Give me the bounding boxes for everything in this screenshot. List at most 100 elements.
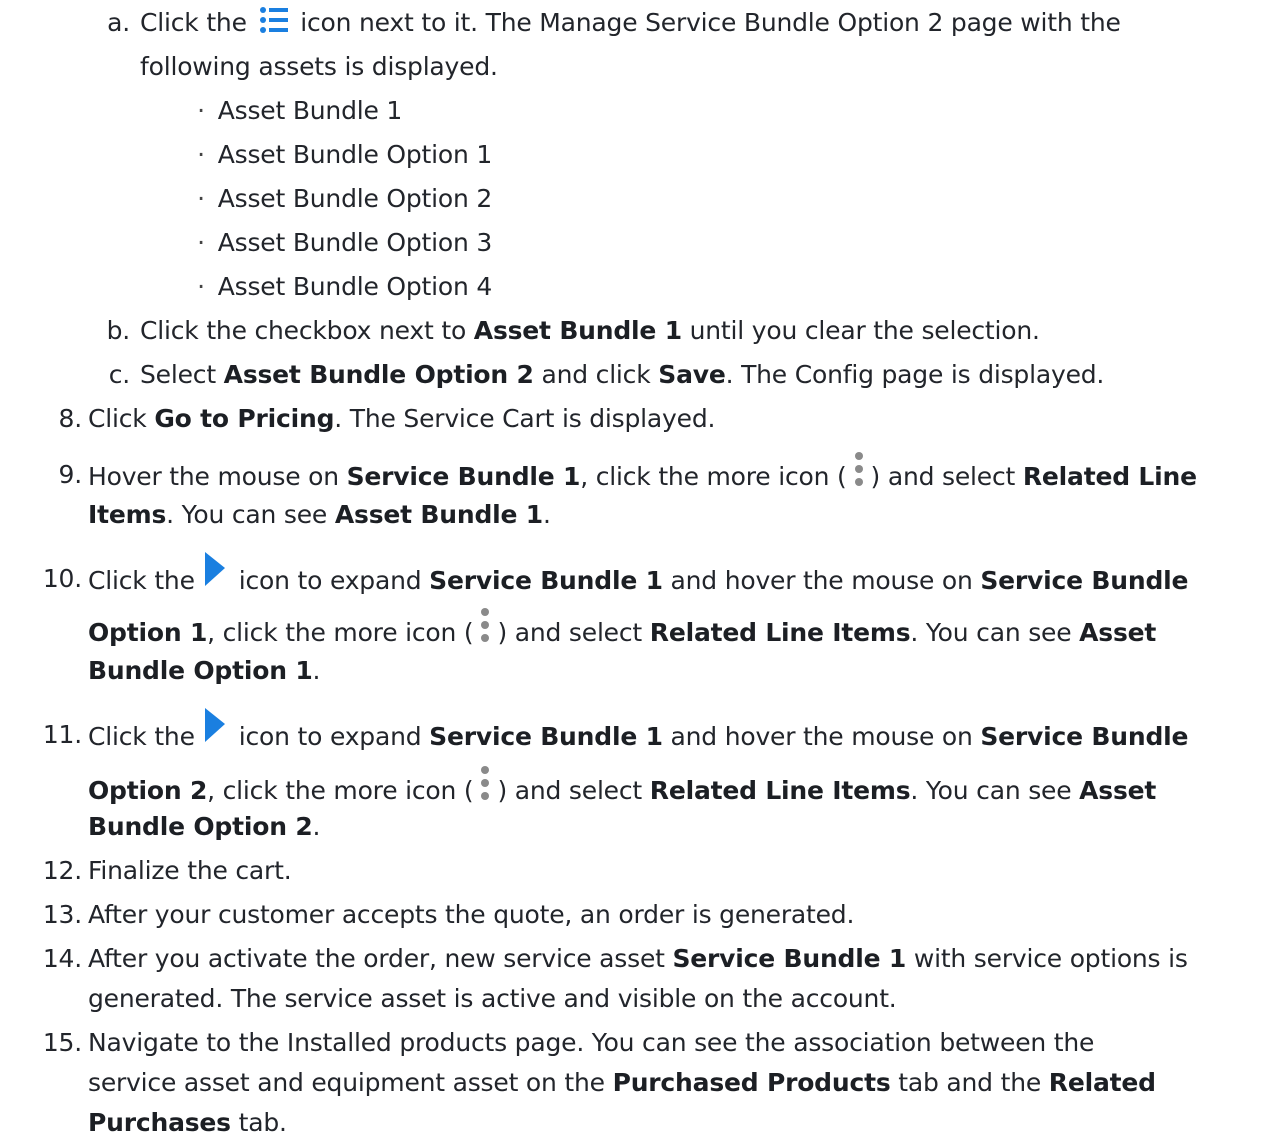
asset-name: Asset Bundle Option 3 [217,228,493,257]
text: and hover the mouse on [662,722,981,751]
bold-text: Option 1 [88,618,208,647]
bold-text: Option 2 [88,776,208,805]
bold-text: Service Bundle 1 [429,722,663,751]
text: ) and select [497,776,650,805]
bold-text: Related Line Items [649,618,911,647]
text: , click the more icon ( [207,776,474,805]
sub-marker-c: c. [108,360,130,389]
bullet: · [197,228,205,257]
text: icon next to it. The Manage Service Bund… [300,8,1121,37]
bold-text: Service Bundle 1 [346,462,581,491]
step-7c-line: Select Asset Bundle Option 2 and click S… [140,358,1104,392]
text: tab. [230,1108,287,1137]
asset-list-item: · Asset Bundle Option 4 [192,270,492,304]
step-number: 9. [58,460,83,489]
bold-text: Service Bundle 1 [429,566,663,595]
bold-text: Service Bundle 1 [672,944,907,973]
step-number: 10. [42,564,82,593]
bold-text: Related Line [1022,462,1197,491]
bold-text: Purchases [88,1108,231,1137]
text: icon to expand [238,566,430,595]
step-number: 14. [42,944,82,973]
bold-text: Asset Bundle 1 [334,500,543,529]
step-10-line-3: Bundle Option 1. [88,654,320,688]
expand-arrow-icon [204,708,225,742]
step-9-line-1: Hover the mouse on Service Bundle 1, cli… [88,452,1197,498]
text: ) and select [497,618,650,647]
text: . You can see [910,618,1080,647]
step-14-line-2: generated. The service asset is active a… [88,984,897,1013]
bold-text: Bundle Option 2 [88,812,313,841]
asset-name: Asset Bundle Option 4 [217,272,493,301]
text: Select [140,360,224,389]
step-15-line-1: Navigate to the Installed products page.… [88,1028,1095,1057]
text: After you activate the order, new servic… [88,944,673,973]
text: tab and the [890,1068,1049,1097]
text: Hover the mouse on [88,462,347,491]
text: ) and select [870,462,1023,491]
bullet: · [197,184,205,213]
step-11-line-2: Option 2, click the more icon ( ) and sel… [88,766,1157,812]
step-11-line-1: Click the icon to expand Service Bundle 1… [88,708,1189,758]
text: Click [88,404,155,433]
text: , click the more icon ( [580,462,847,491]
more-vertical-icon [854,452,863,486]
text: . You can see [910,776,1080,805]
bold-text: Related [1048,1068,1156,1097]
bold-text: Asset [1079,776,1157,805]
bold-text: Purchased Products [612,1068,891,1097]
more-vertical-icon [481,766,490,800]
sub-marker-a: a. [107,8,130,37]
text: icon to expand [238,722,430,751]
asset-list-item: · Asset Bundle Option 2 [192,182,492,216]
asset-name: Asset Bundle Option 2 [217,184,493,213]
expand-arrow-icon [204,552,225,586]
asset-name: Asset Bundle Option 1 [217,140,493,169]
text: . [542,500,551,529]
text: . The Config page is displayed. [725,360,1105,389]
bold-text: Asset Bundle Option 2 [223,360,534,389]
step-8-line: Click Go to Pricing. The Service Cart is… [88,402,715,436]
text: Click the checkbox next to [140,316,474,345]
text: with service options is [906,944,1188,973]
step-7a-line-1: Click the icon next to it. The Manage Se… [140,6,1121,40]
bullet: · [197,272,205,301]
step-7a-line-2: following assets is displayed. [140,52,498,81]
text: and hover the mouse on [662,566,981,595]
sub-marker-b: b. [106,316,131,345]
step-15-line-2: service asset and equipment asset on the… [88,1066,1156,1100]
text: Click the [140,8,247,37]
step-number: 12. [42,856,82,885]
step-10-line-2: Option 1, click the more icon () and sel… [88,608,1157,654]
asset-list-item: · Asset Bundle Option 3 [192,226,492,260]
text: . The Service Cart is displayed. [334,404,716,433]
bullet: · [197,140,205,169]
bold-text: Related Line Items [649,776,911,805]
step-15-line-3: Purchases tab. [88,1106,287,1140]
bold-text: Items [88,500,167,529]
list-icon [259,7,288,33]
step-number: 15. [42,1028,82,1057]
step-number: 8. [58,404,83,433]
text: Click the [88,722,195,751]
more-vertical-icon [481,608,490,642]
step-number: 11. [42,720,82,749]
bold-text: Service Bundle [980,722,1189,751]
bullet: · [197,96,205,125]
asset-list-item: · Asset Bundle Option 1 [192,138,492,172]
step-7b-line: Click the checkbox next to Asset Bundle … [140,314,1040,348]
asset-name: Asset Bundle 1 [217,96,403,125]
step-9-line-2: Items. You can see Asset Bundle 1. [88,498,551,532]
bold-text: Save [658,360,726,389]
text: . [312,812,321,841]
text: and click [533,360,659,389]
step-12-line: Finalize the cart. [88,856,292,885]
text: Click the [88,566,195,595]
bold-text: Service Bundle [980,566,1189,595]
bold-text: Asset [1079,618,1157,647]
step-10-line-1: Click the icon to expand Service Bundle 1… [88,552,1189,602]
step-11-line-3: Bundle Option 2. [88,810,320,844]
text: service asset and equipment asset on the [88,1068,613,1097]
text: . [312,656,321,685]
bold-text: Go to Pricing [154,404,335,433]
